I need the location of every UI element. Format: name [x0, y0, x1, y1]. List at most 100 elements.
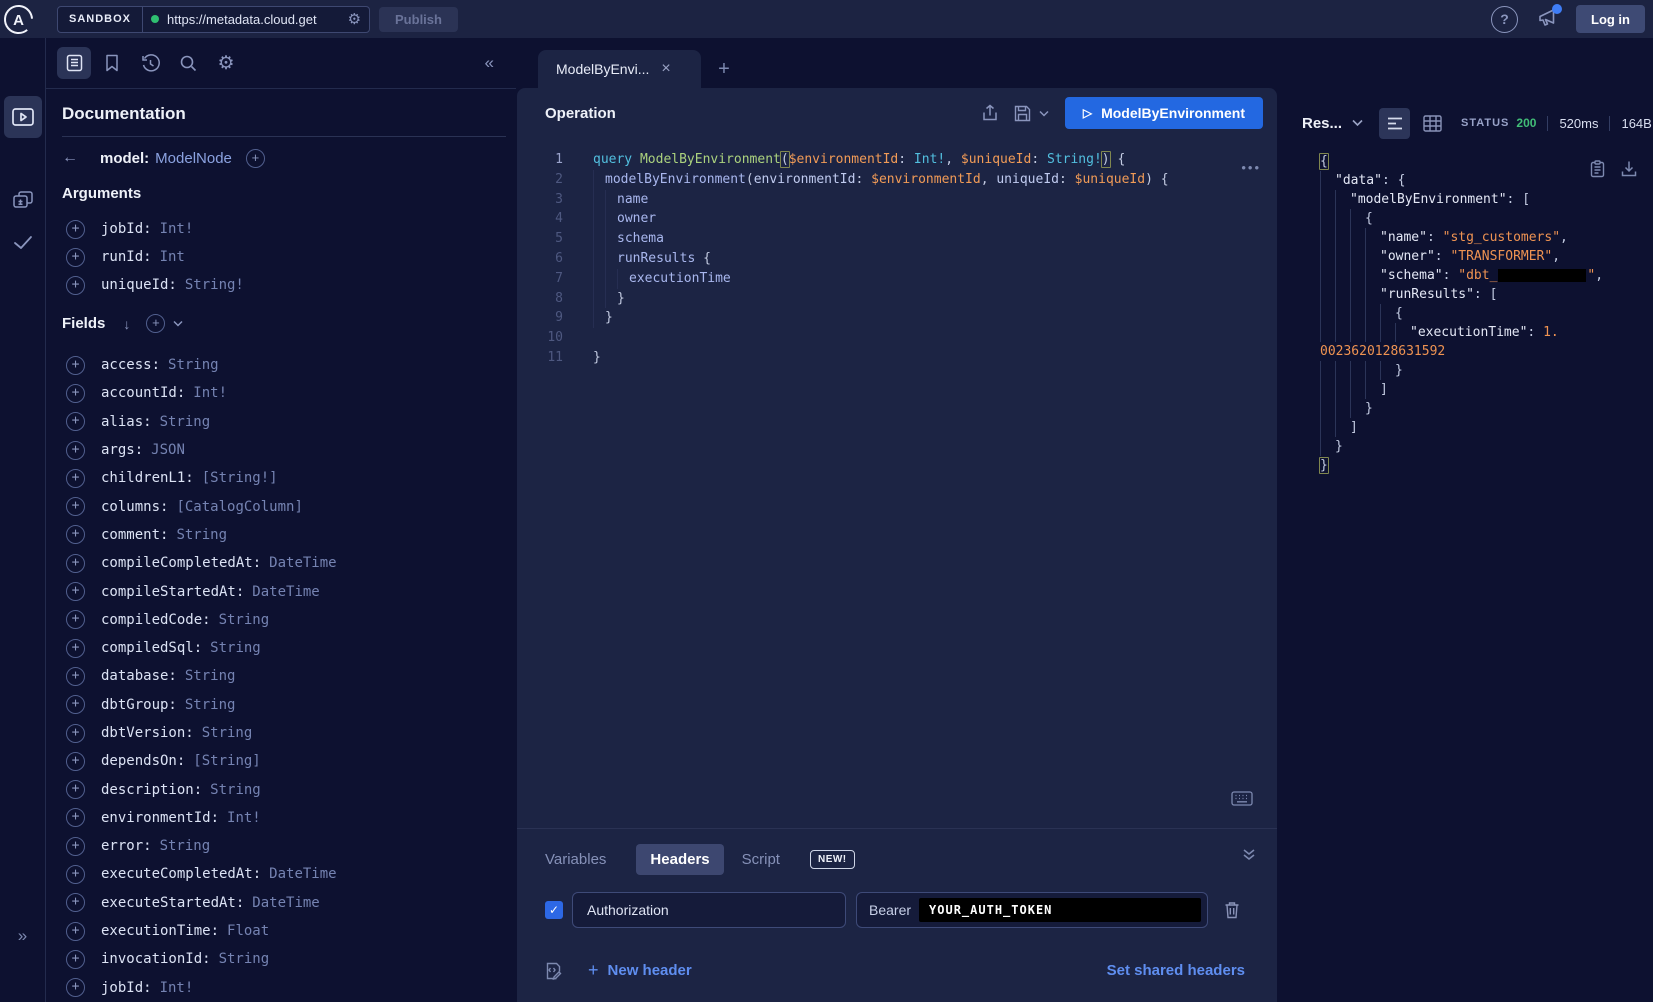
add-field-icon[interactable]: +	[66, 837, 85, 856]
collapse-request-section-icon[interactable]	[1241, 848, 1257, 862]
publish-button[interactable]: Publish	[379, 7, 458, 32]
checks-icon[interactable]	[0, 234, 45, 252]
field-row[interactable]: +dbtVersion:String	[46, 719, 516, 747]
add-field-icon[interactable]: +	[246, 149, 265, 168]
field-row[interactable]: +executeCompletedAt:DateTime	[46, 860, 516, 888]
tab-headers[interactable]: Headers	[636, 844, 723, 875]
field-row[interactable]: +environmentId:Int!	[46, 804, 516, 832]
set-shared-headers-link[interactable]: Set shared headers	[1107, 962, 1245, 979]
add-field-icon[interactable]: +	[66, 248, 85, 267]
fields-add-options-icon[interactable]	[173, 320, 183, 327]
add-all-fields-icon[interactable]: +	[146, 314, 165, 333]
add-field-icon[interactable]: +	[66, 808, 85, 827]
add-field-icon[interactable]: +	[66, 865, 85, 884]
add-field-icon[interactable]: +	[66, 554, 85, 573]
history-icon[interactable]	[133, 47, 167, 79]
add-field-icon[interactable]: +	[66, 922, 85, 941]
announcements-icon[interactable]	[1536, 7, 1560, 31]
add-field-icon[interactable]: +	[66, 695, 85, 714]
run-operation-button[interactable]: ▷ ModelByEnvironment	[1065, 97, 1263, 129]
response-format-json-icon[interactable]	[1379, 108, 1410, 139]
field-row[interactable]: +columns:[CatalogColumn]	[46, 492, 516, 520]
add-field-icon[interactable]: +	[66, 412, 85, 431]
operation-collections-icon[interactable]	[0, 188, 45, 212]
collapse-docs-icon[interactable]: «	[485, 53, 494, 73]
add-field-icon[interactable]: +	[66, 276, 85, 295]
delete-header-icon[interactable]	[1224, 901, 1240, 919]
tab-script[interactable]: Script	[742, 851, 780, 868]
field-row[interactable]: +access:String	[46, 351, 516, 379]
expand-rail-icon[interactable]: »	[0, 926, 45, 946]
field-row[interactable]: +invocationId:String	[46, 945, 516, 973]
field-row[interactable]: +comment:String	[46, 521, 516, 549]
field-row[interactable]: +compileStartedAt:DateTime	[46, 577, 516, 605]
login-button[interactable]: Log in	[1576, 5, 1645, 33]
add-field-icon[interactable]: +	[66, 220, 85, 239]
field-row[interactable]: +database:String	[46, 662, 516, 690]
breadcrumb-type-link[interactable]: ModelNode	[155, 150, 232, 167]
add-field-icon[interactable]: +	[66, 384, 85, 403]
add-field-icon[interactable]: +	[66, 724, 85, 743]
field-row[interactable]: +executeStartedAt:DateTime	[46, 889, 516, 917]
share-operation-icon[interactable]	[982, 104, 998, 122]
response-dropdown-chevron-icon[interactable]	[1352, 119, 1363, 127]
field-row[interactable]: +args:JSON	[46, 436, 516, 464]
field-row[interactable]: +alias:String	[46, 408, 516, 436]
save-operation-icon[interactable]	[1014, 105, 1031, 122]
connection-settings-icon[interactable]: ⚙	[348, 12, 361, 27]
save-options-chevron-icon[interactable]	[1039, 110, 1049, 117]
add-field-icon[interactable]: +	[66, 610, 85, 629]
argument-row[interactable]: +jobId:Int!	[46, 215, 516, 243]
add-field-icon[interactable]: +	[66, 639, 85, 658]
search-icon[interactable]	[171, 47, 205, 79]
add-field-icon[interactable]: +	[66, 893, 85, 912]
add-field-icon[interactable]: +	[66, 752, 85, 771]
operation-tab[interactable]: ModelByEnvi... ×	[538, 50, 701, 88]
header-key-input[interactable]: Authorization	[572, 892, 846, 928]
response-title[interactable]: Res...	[1302, 115, 1342, 132]
add-field-icon[interactable]: +	[66, 525, 85, 544]
field-row[interactable]: +dbtGroup:String	[46, 691, 516, 719]
keyboard-shortcuts-icon[interactable]	[1231, 791, 1253, 806]
response-format-table-icon[interactable]	[1423, 115, 1442, 132]
close-tab-icon[interactable]: ×	[661, 60, 670, 78]
edit-as-text-icon[interactable]	[545, 962, 562, 980]
sort-fields-icon[interactable]: ↓	[123, 316, 130, 332]
add-field-icon[interactable]: +	[66, 356, 85, 375]
add-field-icon[interactable]: +	[66, 780, 85, 799]
endpoint-url-input[interactable]: https://metadata.cloud.get ⚙	[143, 12, 369, 27]
bookmarks-icon[interactable]	[95, 47, 129, 79]
explorer-settings-icon[interactable]: ⚙	[209, 47, 243, 79]
tab-variables[interactable]: Variables	[545, 851, 606, 868]
new-tab-icon[interactable]: +	[712, 58, 736, 82]
add-field-icon[interactable]: +	[66, 469, 85, 488]
new-header-button[interactable]: + New header	[588, 960, 692, 981]
help-icon[interactable]: ?	[1491, 6, 1518, 33]
auth-token-placeholder[interactable]: YOUR_AUTH_TOKEN	[919, 898, 1201, 922]
field-row[interactable]: +childrenL1:[String!]	[46, 464, 516, 492]
add-field-icon[interactable]: +	[66, 978, 85, 997]
field-row[interactable]: +accountId:Int!	[46, 379, 516, 407]
header-enabled-checkbox[interactable]: ✓	[545, 901, 563, 919]
documentation-tab-icon[interactable]	[57, 47, 91, 79]
field-row[interactable]: +error:String	[46, 832, 516, 860]
field-row[interactable]: +executionTime:Float	[46, 917, 516, 945]
field-row[interactable]: +jobId:Int!	[46, 974, 516, 1002]
query-editor[interactable]: 1query ModelByEnvironment($environmentId…	[541, 150, 1251, 368]
add-field-icon[interactable]: +	[66, 582, 85, 601]
field-row[interactable]: +compiledCode:String	[46, 606, 516, 634]
argument-row[interactable]: +runId:Int	[46, 243, 516, 271]
apollo-logo[interactable]: A	[3, 4, 34, 35]
field-row[interactable]: +description:String	[46, 775, 516, 803]
add-field-icon[interactable]: +	[66, 497, 85, 516]
add-field-icon[interactable]: +	[66, 667, 85, 686]
back-arrow-icon[interactable]: ←	[62, 149, 86, 167]
field-row[interactable]: +compileCompletedAt:DateTime	[46, 549, 516, 577]
field-row[interactable]: +compiledSql:String	[46, 634, 516, 662]
endpoint-url[interactable]: https://metadata.cloud.get	[167, 12, 348, 27]
argument-row[interactable]: +uniqueId:String!	[46, 271, 516, 299]
header-value-input[interactable]: Bearer YOUR_AUTH_TOKEN	[856, 892, 1208, 928]
explorer-nav-icon[interactable]	[4, 96, 42, 138]
add-field-icon[interactable]: +	[66, 441, 85, 460]
field-row[interactable]: +dependsOn:[String]	[46, 747, 516, 775]
